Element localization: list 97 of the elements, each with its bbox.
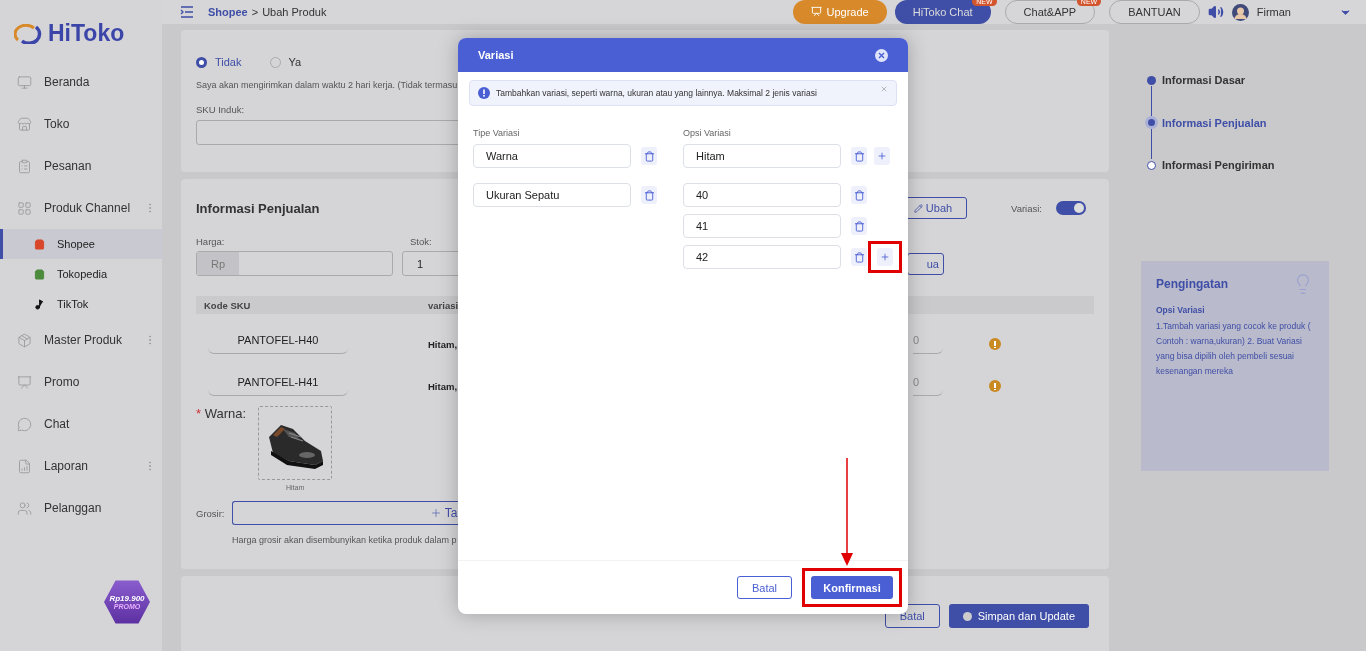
close-icon[interactable] bbox=[880, 85, 888, 93]
variation-toggle[interactable] bbox=[1056, 201, 1086, 215]
input-field[interactable]: Ukuran Sepatu bbox=[473, 183, 631, 207]
sku-field[interactable]: PANTOFEL-H40 bbox=[208, 334, 348, 354]
board-icon bbox=[811, 6, 823, 17]
delete-button[interactable] bbox=[851, 147, 867, 165]
close-icon[interactable] bbox=[875, 48, 888, 62]
radio-label: Tidak bbox=[215, 56, 242, 68]
delete-button[interactable] bbox=[641, 147, 657, 165]
logo-text: HiToko bbox=[48, 20, 125, 47]
pencil-icon bbox=[913, 203, 923, 213]
radio-label: Ya bbox=[288, 56, 302, 68]
shop-icon bbox=[34, 268, 45, 280]
reminder-text: 1.Tambah variasi yang cocok ke produk ( Contoh : warna,ukuran) 2. Buat Variasi yang bisa dipilih oleh pembeli sesuai kesenangan mereka bbox=[1156, 320, 1312, 378]
field-label: Grosir: bbox=[196, 507, 225, 519]
field-label: Stok: bbox=[410, 236, 432, 247]
step-label[interactable]: Informasi Penjualan bbox=[1162, 116, 1267, 129]
nav-icon bbox=[17, 116, 32, 132]
delete-button[interactable] bbox=[851, 217, 867, 235]
user-name[interactable]: Firman bbox=[1256, 6, 1291, 18]
trash-icon bbox=[853, 150, 865, 162]
nav-icon bbox=[17, 158, 32, 174]
plus-icon bbox=[877, 151, 887, 161]
nav-item[interactable]: Pesanan bbox=[0, 145, 162, 187]
promo-price: Rp19.900 bbox=[109, 594, 145, 603]
add-button[interactable] bbox=[874, 147, 890, 165]
nav-item[interactable]: Beranda bbox=[0, 61, 162, 103]
nav-item[interactable]: Master Produk bbox=[0, 319, 162, 361]
nav-item[interactable]: Promo bbox=[0, 361, 162, 403]
info-icon bbox=[478, 87, 490, 99]
nav-subitem[interactable]: TikTok bbox=[0, 289, 162, 319]
input-field[interactable]: Hitam bbox=[683, 144, 841, 168]
radio-button[interactable] bbox=[196, 56, 207, 68]
step-label[interactable]: Informasi Dasar bbox=[1162, 74, 1246, 86]
input-field[interactable]: Warna bbox=[473, 144, 631, 168]
nav-subitem[interactable]: Shopee bbox=[0, 229, 162, 259]
column-label: Tipe Variasi bbox=[473, 128, 521, 138]
input-field[interactable]: 41 bbox=[683, 214, 841, 238]
nav-icon bbox=[17, 458, 32, 474]
field-label: Harga: bbox=[196, 236, 226, 247]
nav-item[interactable]: Chat bbox=[0, 403, 162, 445]
nav-item[interactable]: Laporan bbox=[0, 445, 162, 487]
breadcrumb-separator: > bbox=[251, 6, 259, 18]
column-label: Opsi Variasi bbox=[683, 128, 732, 138]
trash-icon bbox=[643, 189, 655, 201]
speaker-icon[interactable] bbox=[1207, 4, 1224, 20]
trash-icon bbox=[853, 220, 865, 232]
delete-button[interactable] bbox=[641, 186, 657, 204]
nav-icon bbox=[17, 374, 32, 390]
cancel-button[interactable]: Batal bbox=[737, 576, 792, 599]
nav-icon bbox=[17, 74, 32, 90]
breadcrumb-link[interactable]: Shopee bbox=[208, 6, 248, 18]
reminder-title: Pengingatan bbox=[1156, 277, 1229, 291]
save-button[interactable]: Simpan dan Update bbox=[948, 604, 1089, 628]
plus-icon bbox=[880, 252, 890, 262]
delete-button[interactable] bbox=[851, 186, 867, 204]
wholesale-hint: Harga grosir akan disembunyikan ketika produk dalam p bbox=[232, 535, 457, 545]
input-field[interactable]: 40 bbox=[683, 183, 841, 207]
alert-text: Tambahkan variasi, seperti warna, ukuran atau yang lainnya. Maksimal 2 jenis variasi bbox=[496, 88, 817, 98]
nav-icon bbox=[17, 200, 32, 216]
trash-icon bbox=[643, 150, 655, 162]
input-field[interactable]: 42 bbox=[683, 245, 841, 269]
menu-icon[interactable] bbox=[180, 6, 194, 18]
trash-icon bbox=[853, 189, 865, 201]
step-label[interactable]: Informasi Pengiriman bbox=[1162, 159, 1275, 171]
section-title: Informasi Penjualan bbox=[196, 200, 320, 216]
nav-subitem[interactable]: Tokopedia bbox=[0, 259, 162, 289]
toggle-label: Variasi: bbox=[1011, 202, 1042, 214]
dialog-title: Variasi bbox=[478, 49, 514, 61]
table-cell: Hitam, bbox=[428, 338, 458, 350]
breadcrumb-current: Ubah Produk bbox=[262, 6, 327, 18]
confirm-button[interactable]: Konfirmasi bbox=[811, 576, 893, 599]
nav-item[interactable]: Toko bbox=[0, 103, 162, 145]
trash-icon bbox=[853, 251, 865, 263]
warning-icon bbox=[989, 338, 1002, 350]
warning-icon bbox=[989, 380, 1002, 392]
field-label: * Warna: bbox=[196, 406, 247, 421]
nav-icon bbox=[17, 332, 32, 348]
sku-field[interactable]: PANTOFEL-H41 bbox=[208, 376, 348, 396]
reminder-subtitle: Opsi Variasi bbox=[1156, 305, 1206, 315]
header-button[interactable]: BANTUAN bbox=[1109, 0, 1200, 24]
logo-icon bbox=[14, 23, 42, 44]
plus-icon bbox=[429, 507, 442, 519]
nav-icon bbox=[17, 500, 32, 516]
add-button[interactable] bbox=[877, 248, 893, 266]
nav-item[interactable]: Produk Channel bbox=[0, 187, 162, 229]
field-label: SKU Induk: bbox=[196, 104, 245, 115]
avatar-icon[interactable] bbox=[1231, 3, 1249, 21]
nav-icon bbox=[17, 416, 32, 432]
shipping-note: Saya akan mengirimkan dalam waktu 2 hari kerja. (Tidak termasu bbox=[196, 80, 458, 90]
delete-button[interactable] bbox=[851, 248, 867, 266]
currency-prefix: Rp bbox=[197, 252, 239, 275]
table-cell: Hitam, bbox=[428, 380, 458, 392]
shop-icon bbox=[34, 238, 45, 250]
nav-item[interactable]: Pelanggan bbox=[0, 487, 162, 529]
shop-icon bbox=[34, 298, 45, 310]
add-wholesale-button[interactable]: Ta bbox=[231, 501, 458, 525]
